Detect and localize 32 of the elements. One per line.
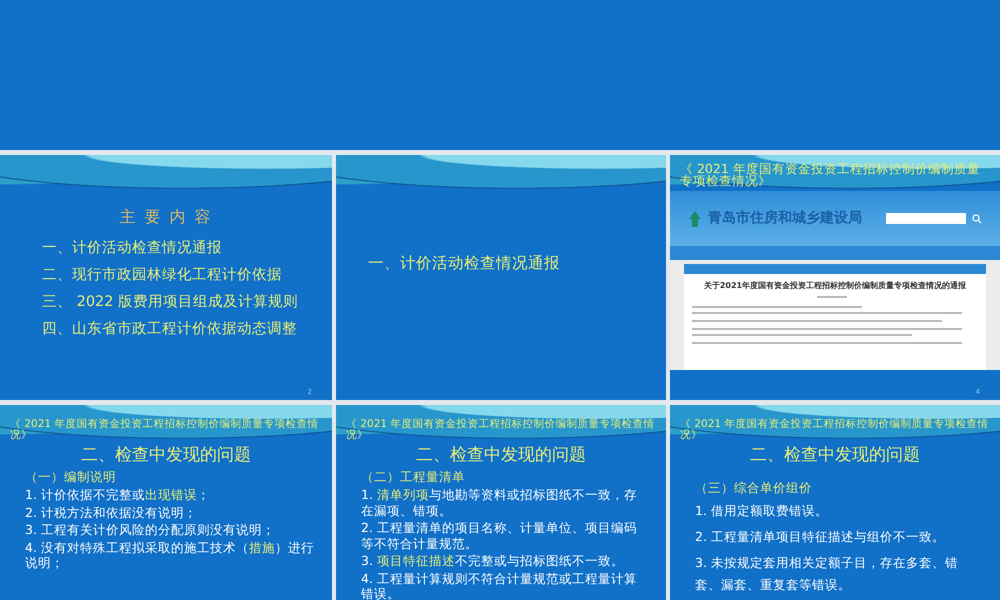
issue-item: 3. 项目特征描述不完整或与招标图纸不一致。 [360,553,625,568]
section-subheading: （一）编制说明 [24,469,117,485]
issue-item: 4. 工程量计算规则不符合计量规范或工程量计算错误。 [360,570,638,600]
issue-item: 1. 借用定额取费错误。 [694,502,829,520]
issue-item: 1. 清单列项与地勘等资料或招标图纸不一致，存在漏项、错项。 [360,487,638,518]
site-name: 青岛市住房和城乡建设局 [708,208,862,228]
slide-heading: 一、计价活动检查情况通报 [367,253,561,274]
contents-item: 一、计价活动检查情况通报 [41,239,223,258]
slide-title: 《 2021 年度国有资金投资工程招标控制价编制质量专项检查情况》 [10,419,320,441]
emblem-icon [688,210,702,226]
section-subheading: （三）综合单价组价 [694,480,813,496]
issue-item: 2. 工程量清单项目特征描述与组价不一致。 [694,528,946,546]
issue-item: 4. 没有对特殊工程拟采取的施工技术（措施）进行说明； [24,540,315,570]
slide-heading: 二、检查中发现的问题 [80,444,252,466]
slide-title: 《 2021 年度国有资金投资工程招标控制价编制质量专项检查情况》 [346,419,656,441]
search-icon [972,214,982,224]
slide-title: 《 2021 年度国有资金投资工程招标控制价编制质量专项检查情况》 [680,419,990,441]
contents-item: 四、山东省市政工程计价依据动态调整 [41,320,298,339]
issue-item: 2. 工程量清单的项目名称、计量单位、项目编码等不符合计量规范。 [360,520,638,551]
issue-item: 1. 计价依据不完整或出现错误； [24,487,211,502]
slide-heading: 主 要 内 容 [118,206,214,228]
issue-item: 3. 工程有关计价风险的分配原则没有说明； [24,522,276,538]
contents-item: 二、现行市政园林绿化工程计价依据 [41,266,283,285]
issue-item: 2. 计税方法和依据没有说明； [24,504,198,520]
search-field[interactable] [886,213,966,224]
article-title: 关于2021年度国有资金投资工程招标控制价编制质量专项检查情况的通报 [702,280,968,292]
slide-heading: 二、检查中发现的问题 [749,444,921,466]
slide-heading: 二、检查中发现的问题 [415,444,587,466]
slide-title: 《 2021 年度国有资金投资工程招标控制价编制质量专项检查情况》 [680,163,981,187]
contents-item: 三、 2022 版费用项目组成及计算规则 [41,293,300,312]
issue-item: 3. 未按规定套用相关定额子目，存在多套、错套、漏套、重复套等错误。 [694,554,959,594]
section-subheading: （二）工程量清单 [360,469,466,485]
